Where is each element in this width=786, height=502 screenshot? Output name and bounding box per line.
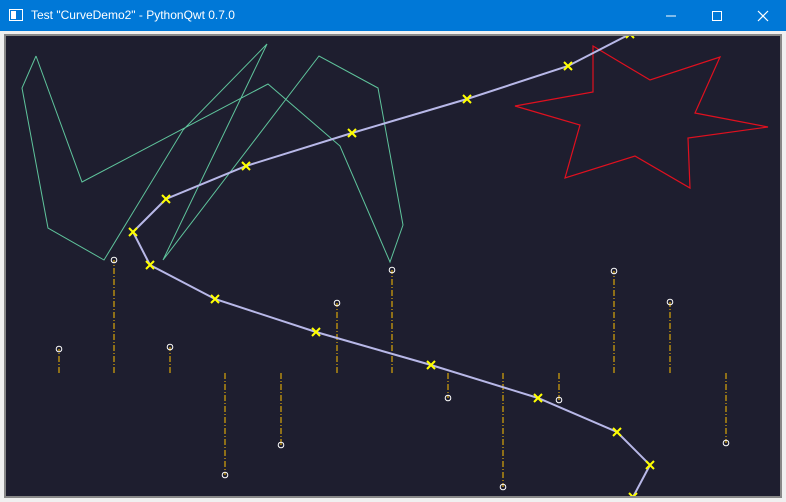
star-curve [514,44,769,190]
plot-svg [21,36,769,496]
stick-point [444,373,452,402]
stick-point [555,373,563,404]
stick-point [221,373,229,479]
app-window-icon [9,9,23,21]
curve-point-marker [645,460,655,470]
close-icon [757,10,769,22]
stick-point [166,343,174,373]
stick-point [388,266,396,373]
stick-point [499,373,507,491]
window-title: Test "CurveDemo2" - PythonQwt 0.7.0 [31,8,235,22]
plot-canvas[interactable] [6,36,780,496]
curve-point-marker [161,194,171,204]
title-bar: Test "CurveDemo2" - PythonQwt 0.7.0 [0,0,786,31]
minimize-icon [666,15,676,17]
minimize-button[interactable] [648,0,694,31]
stick-point [722,373,730,447]
main-curve [131,36,652,496]
curve-point-marker [128,227,138,237]
curve-point-marker [625,36,635,39]
stick-point [610,267,618,373]
stick-curve [55,256,730,491]
close-button[interactable] [740,0,786,31]
curve-point-marker [145,260,155,270]
zigzag-curve [21,43,404,264]
curve-point-marker [612,427,622,437]
stick-point [55,345,63,373]
maximize-button[interactable] [694,0,740,31]
stick-point [277,373,285,449]
stick-point [110,256,118,373]
maximize-icon [712,11,722,21]
stick-point [666,298,674,373]
